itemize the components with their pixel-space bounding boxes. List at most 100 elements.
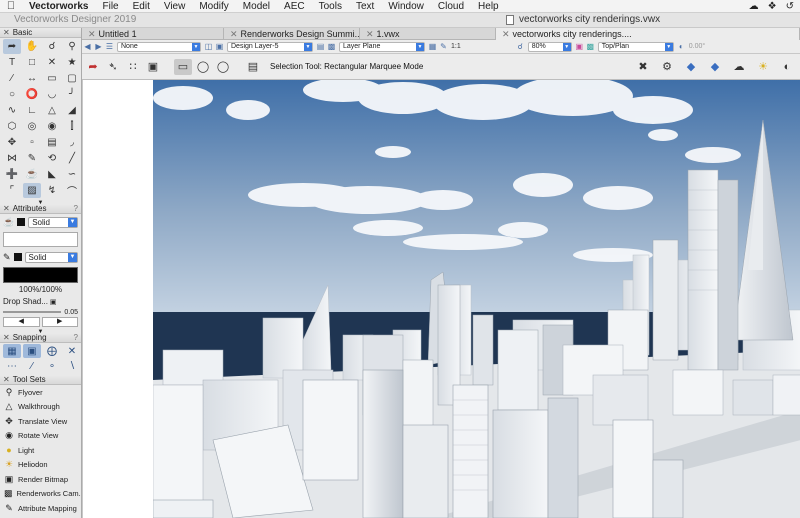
plane-icon[interactable]: ▩	[326, 42, 337, 51]
flyover-tool-icon[interactable]: ⚲	[63, 39, 81, 54]
snap-point-icon[interactable]: ∘	[43, 359, 61, 373]
tab-vectorworks-city-renderings[interactable]: ✕ vectorworks city renderings....	[496, 28, 800, 40]
dropbox-icon[interactable]: ❖	[768, 1, 777, 12]
text-tool-icon[interactable]: T	[3, 55, 21, 70]
drop-shadow-row[interactable]: Drop Shad... ▣	[0, 296, 81, 307]
toolset-item-heliodon[interactable]: ☀ Heliodon	[0, 458, 81, 473]
visibility-tool-icon[interactable]: ↯	[43, 183, 61, 198]
rotate-plan-icon[interactable]: ◐	[676, 42, 687, 51]
snap-angle-icon[interactable]: ⨁	[43, 344, 61, 358]
fill-style-select[interactable]: Solid ▼	[28, 216, 78, 228]
render-settings-icon[interactable]: ◆	[682, 59, 700, 75]
zoom-select[interactable]: 80% ▼	[527, 41, 572, 52]
oval-tool-icon[interactable]: ⭕	[23, 87, 41, 102]
drawing-area[interactable]	[82, 80, 800, 518]
snap-grid-icon[interactable]: ▦	[3, 344, 21, 358]
menu-app-name[interactable]: Vectorworks	[22, 0, 95, 13]
rectangular-marquee-icon[interactable]: ▭	[174, 58, 192, 75]
chamfer-tool-icon[interactable]: ◣	[43, 167, 61, 182]
toolset-item-renderworks-camera[interactable]: ▩ Renderworks Cam...	[0, 487, 81, 502]
split-tool-icon[interactable]: ⟲	[43, 151, 61, 166]
line-tool-icon[interactable]: ∕	[3, 71, 21, 86]
toolset-item-render-bitmap[interactable]: ▣ Render Bitmap	[0, 472, 81, 487]
trim-tool-icon[interactable]: ╱	[63, 151, 81, 166]
toolset-item-translate-view[interactable]: ✥ Translate View	[0, 414, 81, 429]
pushpull-tool-icon[interactable]: ▨	[23, 183, 41, 198]
mirror-tool-icon[interactable]: ⋈	[3, 151, 21, 166]
circle-tool-icon[interactable]: ○	[3, 87, 21, 102]
view-select[interactable]: Top/Plan ▼	[597, 41, 674, 52]
menu-file[interactable]: File	[95, 0, 125, 13]
close-icon[interactable]: ✕	[3, 333, 10, 343]
vertex-mode-icon[interactable]: ∷	[124, 59, 142, 75]
layer-select[interactable]: Design Layer-5 ▼	[227, 41, 313, 52]
menu-aec[interactable]: AEC	[277, 0, 312, 13]
stamp-tool-icon[interactable]: ▫	[23, 135, 41, 150]
attribute-tool-icon[interactable]: ➕	[3, 167, 21, 182]
fill-color-swatch[interactable]	[17, 218, 26, 226]
toolset-item-rotate-view[interactable]: ◉ Rotate View	[0, 429, 81, 444]
menu-modify[interactable]: Modify	[192, 0, 235, 13]
lighting-options-icon[interactable]: ☁	[730, 59, 748, 75]
zoom-tool-icon[interactable]: ☌	[43, 39, 61, 54]
working-plane-icon[interactable]: ▦	[427, 42, 438, 51]
menu-window[interactable]: Window	[381, 0, 431, 13]
menu-edit[interactable]: Edit	[126, 0, 157, 13]
pan-tool-icon[interactable]: ✋	[23, 39, 41, 54]
menu-tools[interactable]: Tools	[312, 0, 349, 13]
regular-polygon-tool-icon[interactable]: ⬡	[3, 119, 21, 134]
plane-select[interactable]: Layer Plane ▼	[339, 41, 425, 52]
layer-icon[interactable]: ◫	[203, 42, 214, 51]
class-select[interactable]: None ▼	[117, 41, 201, 52]
tab-renderworks-design-summit[interactable]: ✕ Renderworks Design Summi...	[224, 28, 360, 40]
apple-icon[interactable]: 	[0, 0, 22, 12]
basic-palette-header[interactable]: ✕ Basic	[0, 28, 81, 38]
polyline-tool-icon[interactable]: ∟	[23, 103, 41, 118]
start-arrow-icon[interactable]: ◀	[3, 317, 40, 327]
render-mode-icon[interactable]: ▩	[585, 42, 596, 51]
menu-model[interactable]: Model	[236, 0, 277, 13]
close-icon[interactable]: ✕	[3, 28, 10, 38]
drop-shadow-toggle-icon[interactable]: ▣	[50, 298, 57, 306]
freehand-tool-icon[interactable]: ∿	[3, 103, 21, 118]
connect-tool-icon[interactable]: ⌜	[3, 183, 21, 198]
snap-distance-icon[interactable]: ⋯	[3, 359, 21, 373]
tape-measure-icon[interactable]: ✎	[438, 42, 449, 51]
layers-icon[interactable]: ▣	[214, 42, 225, 51]
cloud-status-icon[interactable]: ☁	[749, 1, 759, 12]
offset-tool-icon[interactable]: ◉	[43, 119, 61, 134]
snap-object-icon[interactable]: ▣	[23, 344, 41, 358]
transform-mode-icon[interactable]: ➴	[104, 59, 122, 75]
close-tab-icon[interactable]: ✕	[366, 29, 374, 39]
lasso-marquee-icon[interactable]: ◯	[194, 59, 212, 75]
attributes-palette-header[interactable]: ✕ Attributes ?	[0, 204, 81, 214]
curve-tool-icon[interactable]: ⌒	[63, 183, 81, 198]
unselected-mode-icon[interactable]: ➦	[84, 59, 102, 75]
selection-preferences-icon[interactable]: ▤	[244, 59, 262, 75]
forward-icon[interactable]: ▶	[93, 42, 104, 51]
plan-rotation-value[interactable]: 0.00°	[689, 43, 705, 50]
settings-gear-icon[interactable]: ⚙	[658, 59, 676, 75]
pen-style-select[interactable]: Solid ▼	[24, 251, 78, 263]
help-icon[interactable]: ?	[74, 204, 78, 214]
toolset-item-walkthrough[interactable]: △ Walkthrough	[0, 400, 81, 415]
menu-view[interactable]: View	[157, 0, 193, 13]
dimension-tool-icon[interactable]: ↔	[23, 71, 41, 86]
fill-bucket-tool-icon[interactable]: ☕	[23, 167, 41, 182]
spiral-tool-icon[interactable]: ◎	[23, 119, 41, 134]
eyedropper-tool-icon[interactable]: ★	[63, 55, 81, 70]
snap-loupe-icon[interactable]: ✖	[634, 59, 652, 75]
menu-cloud[interactable]: Cloud	[431, 0, 471, 13]
interactive-scaling-icon[interactable]: ▣	[144, 59, 162, 75]
opacity-value[interactable]: 100%/100%	[0, 285, 81, 296]
snapping-palette-header[interactable]: ✕ Snapping ?	[0, 333, 81, 343]
sun-options-icon[interactable]: ☀	[754, 59, 772, 75]
bezier-tool-icon[interactable]: ∽	[63, 167, 81, 182]
reshape-tool-icon[interactable]: ✎	[23, 151, 41, 166]
fillet-tool-icon[interactable]: ◞	[63, 135, 81, 150]
clip-tool-icon[interactable]: ▤	[43, 135, 61, 150]
menu-text[interactable]: Text	[349, 0, 381, 13]
toolset-item-attribute-mapping[interactable]: ✎ Attribute Mapping	[0, 501, 81, 516]
tab-untitled-1[interactable]: ✕ Untitled 1	[82, 28, 224, 40]
toolset-item-light[interactable]: ● Light	[0, 443, 81, 458]
